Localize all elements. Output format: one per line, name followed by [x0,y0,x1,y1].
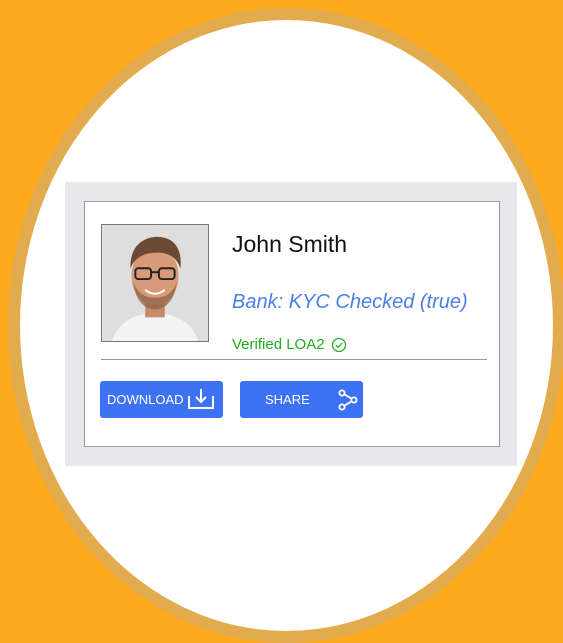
avatar [101,224,209,342]
share-button[interactable]: SHARE [240,381,363,418]
avatar-photo [102,225,208,341]
bank-status: Bank: KYC Checked (true) [232,291,468,313]
check-circle-icon [331,337,346,352]
profile-name: John Smith [232,231,348,257]
verification-status: Verified LOA2 [232,336,347,353]
download-button[interactable]: DOWNLOAD [100,381,223,418]
verification-label: Verified LOA2 [232,336,325,353]
share-icon [338,389,358,411]
download-label: DOWNLOAD [107,392,184,407]
download-icon [188,389,214,409]
divider [101,359,487,360]
share-label: SHARE [265,392,310,407]
